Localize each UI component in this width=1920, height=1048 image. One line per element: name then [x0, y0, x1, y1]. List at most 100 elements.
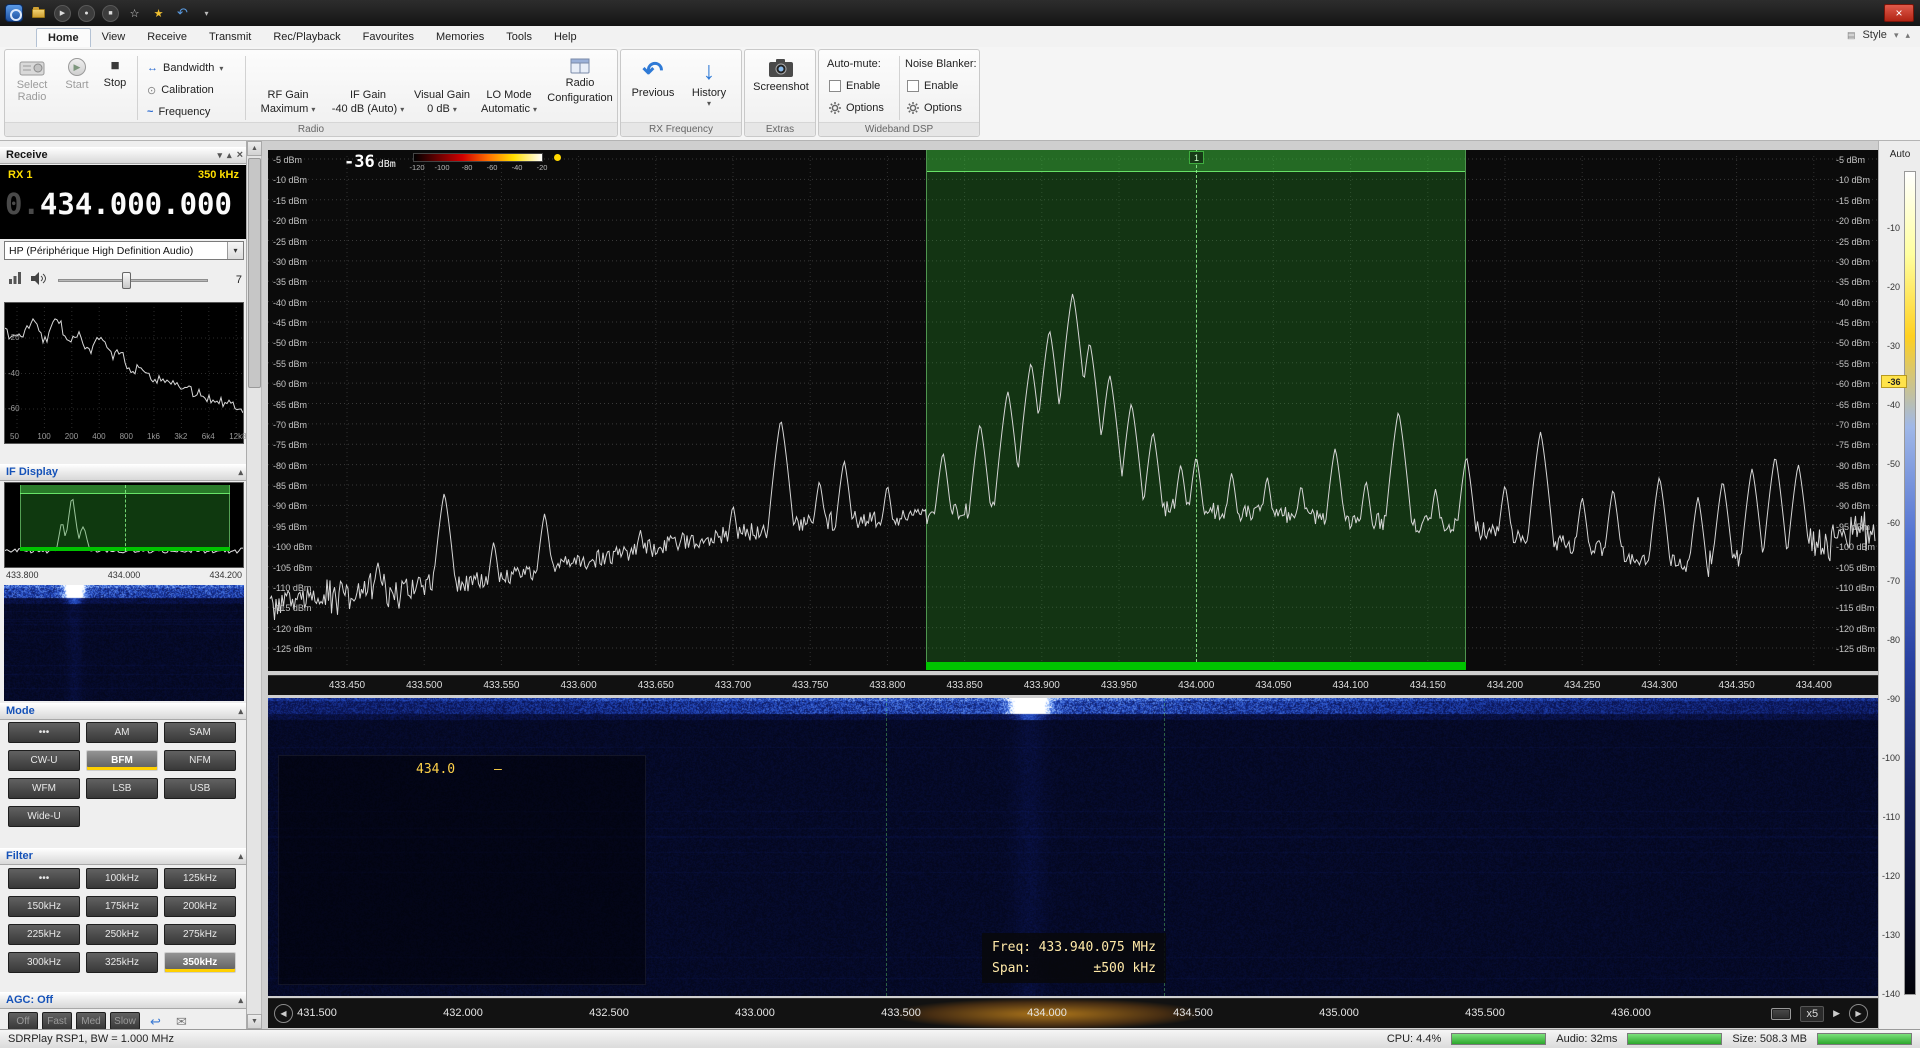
- agc-section-header[interactable]: AGC: Off ▴: [0, 992, 247, 1009]
- collapse-icon[interactable]: ▴: [238, 465, 243, 480]
- tab-home[interactable]: Home: [36, 28, 91, 47]
- mail-icon[interactable]: ✉: [176, 1014, 187, 1029]
- agc-button-slow[interactable]: Slow: [110, 1012, 140, 1029]
- mode-section-header[interactable]: Mode ▴: [0, 703, 247, 720]
- select-radio-button[interactable]: Select Radio: [9, 53, 55, 123]
- filter-button-200khz[interactable]: 200kHz: [164, 896, 236, 917]
- filter-button-125khz[interactable]: 125kHz: [164, 868, 236, 889]
- mode-button-usb[interactable]: USB: [164, 778, 236, 799]
- lo-mode-button[interactable]: LO Mode Automatic▾: [477, 56, 541, 120]
- scrollbar-thumb[interactable]: [248, 158, 261, 388]
- zoom-button[interactable]: x5: [1800, 1006, 1824, 1022]
- auto-range-button[interactable]: Auto: [1879, 149, 1920, 160]
- automute-options-button[interactable]: Options: [825, 98, 888, 118]
- collapse-ribbon-icon[interactable]: ▴: [1905, 30, 1910, 41]
- play-icon[interactable]: ▶: [1833, 1008, 1840, 1019]
- tab-receive[interactable]: Receive: [136, 28, 198, 47]
- stop-button[interactable]: ■ Stop: [97, 53, 133, 123]
- mode-button-bfm[interactable]: BFM: [86, 750, 158, 771]
- screenshot-button[interactable]: Screenshot: [749, 53, 813, 123]
- tab-rec-playback[interactable]: Rec/Playback: [262, 28, 351, 47]
- start-button[interactable]: ▶ Start: [59, 53, 95, 123]
- filter-button-175khz[interactable]: 175kHz: [86, 896, 158, 917]
- noise-blanker-enable-checkbox[interactable]: Enable: [903, 76, 962, 96]
- folder-icon[interactable]: [30, 5, 47, 22]
- play-icon[interactable]: ▶: [54, 5, 71, 22]
- visual-gain-button[interactable]: Visual Gain 0 dB▾: [409, 56, 475, 120]
- filter-button-275khz[interactable]: 275kHz: [164, 924, 236, 945]
- levels-icon[interactable]: [8, 271, 22, 289]
- star-outline-icon[interactable]: ☆: [126, 5, 143, 22]
- mode-button-am[interactable]: AM: [86, 722, 158, 743]
- mode-button-wfm[interactable]: WFM: [8, 778, 80, 799]
- volume-slider[interactable]: [58, 272, 208, 289]
- filter-button-300khz[interactable]: 300kHz: [8, 952, 80, 973]
- tab-view[interactable]: View: [91, 28, 137, 47]
- if-gain-button[interactable]: IF Gain -40 dB (Auto)▾: [329, 56, 407, 120]
- spectrum-panel[interactable]: 1 -36dBm -120-100-80-60-40-20 -5 dBm-5 d…: [268, 150, 1878, 671]
- close-button[interactable]: ×: [1884, 4, 1914, 22]
- receive-panel-header[interactable]: Receive ▾ ▴ ×: [0, 147, 247, 164]
- checkbox-icon[interactable]: [829, 80, 841, 92]
- collapse-icon[interactable]: ▴: [238, 993, 243, 1008]
- rf-gain-button[interactable]: RF Gain Maximum▾: [251, 56, 325, 120]
- frequency-button[interactable]: ~ Frequency: [143, 102, 214, 122]
- history-button[interactable]: ↓ History ▾: [683, 53, 735, 123]
- undo-icon[interactable]: ↩: [150, 1014, 161, 1029]
- filter-button-[interactable]: •••: [8, 868, 80, 889]
- chevron-down-icon[interactable]: ▾: [218, 148, 223, 163]
- checkbox-icon[interactable]: [907, 80, 919, 92]
- chevron-down-icon[interactable]: ▾: [1894, 30, 1899, 41]
- waterfall[interactable]: 434.0 – Freq:433.940.075 MHz Span:±500 k…: [268, 698, 1878, 996]
- style-icon[interactable]: ▤: [1847, 30, 1856, 41]
- if-waterfall[interactable]: [4, 585, 244, 701]
- frequency-digits[interactable]: 0.434.000.000: [5, 187, 232, 221]
- tab-tools[interactable]: Tools: [495, 28, 543, 47]
- collapse-icon[interactable]: ▴: [227, 148, 232, 163]
- close-icon[interactable]: ×: [237, 148, 243, 163]
- style-button[interactable]: Style: [1862, 29, 1886, 41]
- automute-enable-checkbox[interactable]: Enable: [825, 76, 884, 96]
- previous-frequency-button[interactable]: ↶ Previous: [627, 53, 679, 123]
- audio-spectrum-graph[interactable]: 501002004008001k63k26k412k8-20-40-60: [4, 302, 244, 444]
- color-gradient-bar[interactable]: [1904, 171, 1916, 995]
- mode-button-wideu[interactable]: Wide-U: [8, 806, 80, 827]
- undo-icon[interactable]: ↶: [174, 5, 191, 22]
- speaker-icon[interactable]: [30, 271, 49, 291]
- scroll-right-button[interactable]: ▶: [1849, 1004, 1868, 1023]
- filter-section-header[interactable]: Filter ▴: [0, 848, 247, 865]
- scroll-down-button[interactable]: ▼: [247, 1014, 262, 1029]
- agc-button-off[interactable]: Off: [8, 1012, 38, 1029]
- volume-slider-thumb[interactable]: [122, 272, 131, 289]
- stop-icon[interactable]: ■: [102, 5, 119, 22]
- tab-transmit[interactable]: Transmit: [198, 28, 262, 47]
- agc-button-med[interactable]: Med: [76, 1012, 106, 1029]
- scroll-left-button[interactable]: ◀: [274, 1004, 293, 1023]
- agc-button-fast[interactable]: Fast: [42, 1012, 72, 1029]
- mode-button-lsb[interactable]: LSB: [86, 778, 158, 799]
- noise-blanker-options-button[interactable]: Options: [903, 98, 966, 118]
- filter-button-225khz[interactable]: 225kHz: [8, 924, 80, 945]
- chevron-down-icon[interactable]: ▾: [198, 5, 215, 22]
- tab-favourites[interactable]: Favourites: [352, 28, 425, 47]
- filter-button-325khz[interactable]: 325kHz: [86, 952, 158, 973]
- calibration-button[interactable]: ⊙ Calibration: [143, 80, 218, 100]
- mode-button-nfm[interactable]: NFM: [164, 750, 236, 771]
- radio-configuration-button[interactable]: Radio Configuration: [543, 53, 617, 123]
- filter-button-150khz[interactable]: 150kHz: [8, 896, 80, 917]
- filter-button-100khz[interactable]: 100kHz: [86, 868, 158, 889]
- audio-device-select[interactable]: HP (Périphérique High Definition Audio) …: [4, 241, 244, 260]
- if-spectrum-display[interactable]: [4, 482, 244, 568]
- keyboard-icon[interactable]: [1771, 1008, 1791, 1020]
- panel-scrollbar[interactable]: ▲ ▼: [247, 141, 262, 1029]
- frequency-axis[interactable]: 433.450433.500433.550433.600433.650433.7…: [268, 675, 1878, 695]
- tab-help[interactable]: Help: [543, 28, 588, 47]
- tab-memories[interactable]: Memories: [425, 28, 495, 47]
- mode-button-cwu[interactable]: CW-U: [8, 750, 80, 771]
- collapse-icon[interactable]: ▴: [238, 849, 243, 864]
- star-icon[interactable]: ★: [150, 5, 167, 22]
- app-logo-icon[interactable]: [5, 4, 23, 22]
- scroll-up-button[interactable]: ▲: [247, 141, 262, 156]
- bandwidth-button[interactable]: ↔ Bandwidth ▾: [143, 58, 227, 78]
- filter-button-250khz[interactable]: 250kHz: [86, 924, 158, 945]
